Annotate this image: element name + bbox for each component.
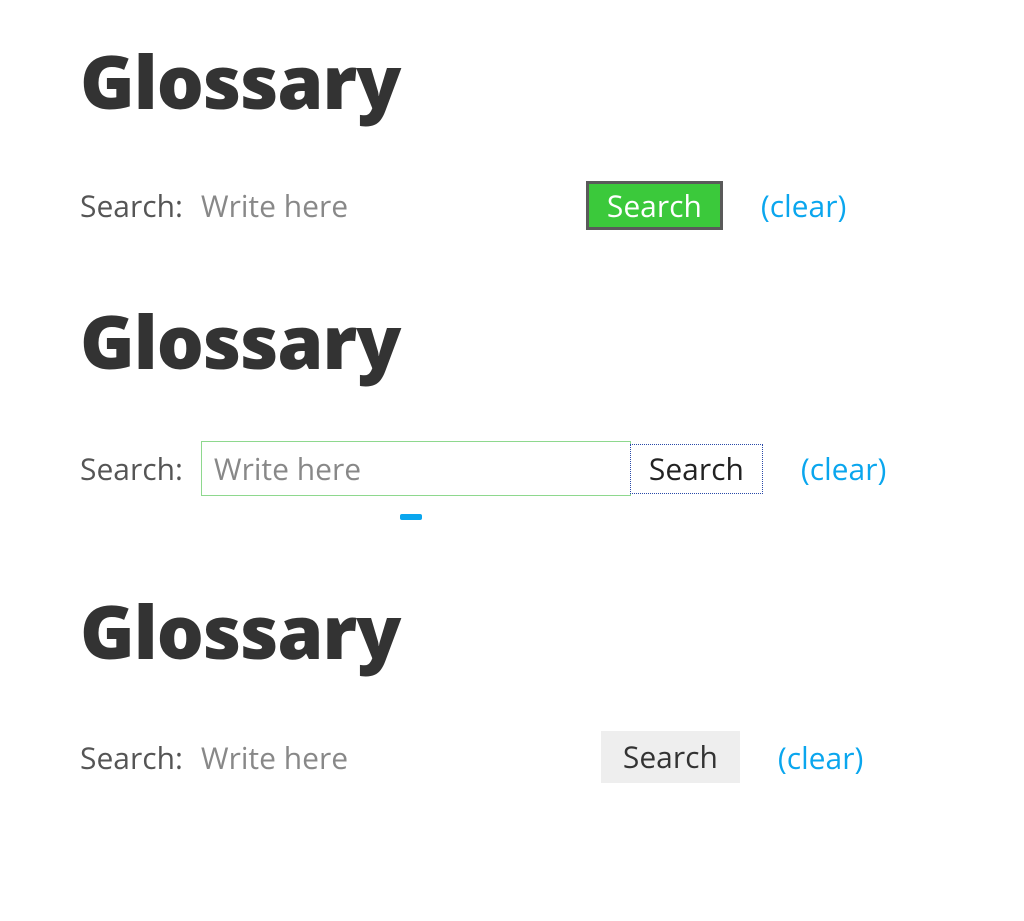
glossary-block-3: Glossary Search: Search (clear): [80, 580, 1024, 783]
search-input[interactable]: [201, 441, 631, 496]
clear-link[interactable]: (clear): [761, 185, 846, 226]
search-input[interactable]: [201, 181, 586, 230]
search-row: Search: Search (clear): [80, 441, 1024, 496]
search-button[interactable]: Search: [630, 444, 763, 494]
search-button[interactable]: Search: [601, 731, 740, 783]
page-title: Glossary: [80, 580, 1024, 681]
page-title: Glossary: [80, 30, 1024, 131]
search-row: Search: Search (clear): [80, 731, 1024, 783]
search-label: Search:: [80, 185, 183, 226]
glossary-block-2: Glossary Search: Search (clear): [80, 290, 1024, 520]
search-label: Search:: [80, 737, 183, 778]
clear-link[interactable]: (clear): [778, 737, 863, 778]
page-title: Glossary: [80, 290, 1024, 391]
search-input[interactable]: [201, 733, 601, 782]
search-button[interactable]: Search: [586, 181, 723, 230]
search-row: Search: Search (clear): [80, 181, 1024, 230]
clear-link[interactable]: (clear): [801, 448, 886, 489]
decorative-mark: [400, 514, 422, 520]
glossary-block-1: Glossary Search: Search (clear): [80, 30, 1024, 230]
search-label: Search:: [80, 448, 183, 489]
